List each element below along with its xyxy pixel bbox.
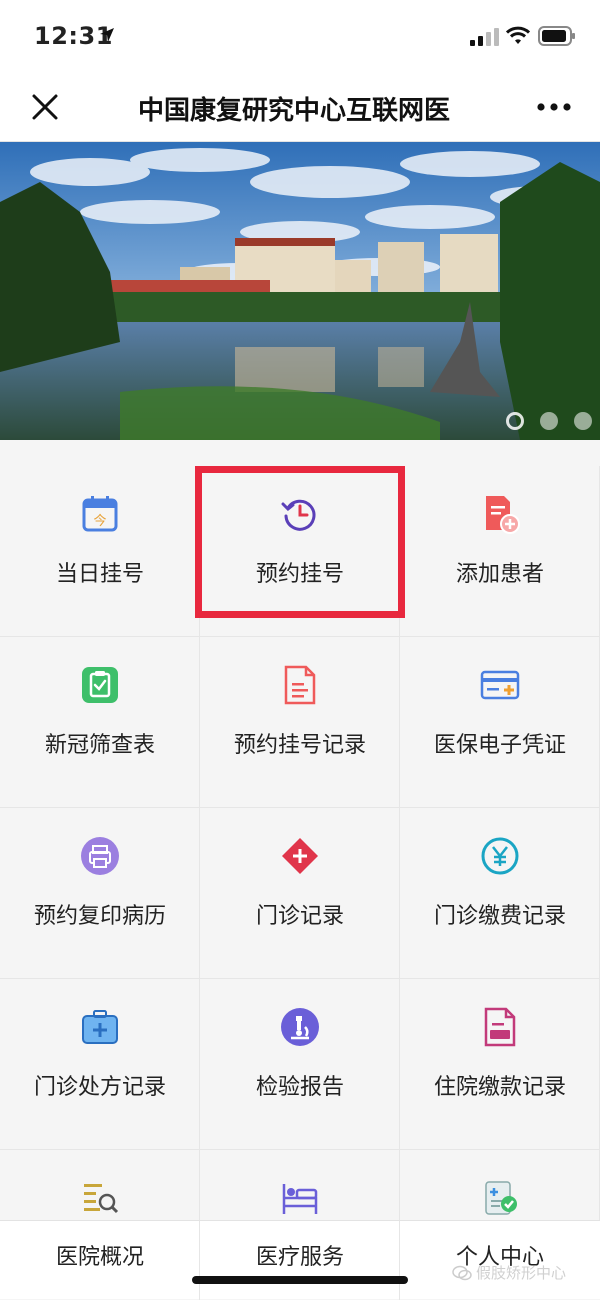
medical-case-icon [82,1010,118,1044]
carousel-dots [506,412,592,430]
more-options-icon[interactable] [536,97,572,117]
grid-item-label: 检验报告 [255,1075,344,1100]
tab-bar: 医院概况 医疗服务 个人中心 [0,1220,600,1300]
grid-item-label: 添加患者 [455,562,544,587]
wechat-icon [452,1265,472,1281]
outpatient-records-button[interactable]: 门诊记录 [200,808,400,979]
tab-medical-services[interactable]: 医疗服务 [200,1221,400,1300]
grid-item-label: 医保电子凭证 [433,733,566,758]
grid-item-label: 住院缴款记录 [433,1075,566,1100]
yuan-circle-icon [481,837,519,875]
microscope-icon [281,1008,319,1046]
tab-personal-center[interactable]: 个人中心 [400,1221,600,1300]
grid-item-label: 门诊处方记录 [33,1075,166,1100]
tab-label: 医疗服务 [255,1245,344,1270]
outpatient-payment-records-button[interactable]: 门诊缴费记录 [400,808,600,979]
add-patient-button[interactable]: 添加患者 [400,466,600,637]
clipboard-check-icon [82,667,118,703]
appointment-records-button[interactable]: 预约挂号记录 [200,637,400,808]
grid-item-label: 门诊记录 [255,904,344,929]
grid-item-label: 预约挂号 [255,562,344,587]
medical-cross-icon [282,838,318,874]
hospital-photo [0,142,600,440]
invoice-icon [484,1007,516,1047]
prescription-records-button[interactable]: 门诊处方记录 [0,979,200,1150]
lab-report-button[interactable]: 检验报告 [200,979,400,1150]
calendar-today-icon: 今 [82,496,118,532]
card-icon [480,670,520,700]
svg-text:今: 今 [93,513,106,529]
battery-icon [538,26,575,46]
appointment-registration-button[interactable]: 预约挂号 [200,466,400,637]
page-title: 中国康复研究中心互联网医 [138,96,451,124]
grid-item-partial[interactable] [0,1150,200,1226]
close-icon[interactable] [30,92,60,122]
report-check-icon [485,1181,517,1215]
grid-item-label: 预约复印病历 [33,904,166,929]
banner-carousel[interactable] [0,142,600,440]
watermark: 假肢矫形中心 [452,1262,566,1283]
clock-history-icon [281,499,316,531]
list-search-icon [84,1184,119,1214]
wifi-icon [506,26,530,44]
grid-item-label: 预约挂号记录 [233,733,366,758]
carousel-dot[interactable] [540,412,558,430]
same-day-registration-button[interactable]: 今 当日挂号 [0,466,200,637]
tab-label: 医院概况 [55,1245,144,1270]
add-document-icon [486,496,520,534]
status-bar: 12:31 [0,0,600,72]
watermark-text: 假肢矫形中心 [476,1264,567,1282]
medical-insurance-voucher-button[interactable]: 医保电子凭证 [400,637,600,808]
carousel-dot[interactable] [574,412,592,430]
navigation-bar: 中国康复研究中心互联网医 [0,72,600,142]
medical-record-copy-button[interactable]: 预约复印病历 [0,808,200,979]
home-indicator[interactable] [192,1276,408,1284]
grid-item-label: 门诊缴费记录 [433,904,566,929]
document-list-icon [284,665,316,705]
covid-screening-form-button[interactable]: 新冠筛查表 [0,637,200,808]
grid-item-partial[interactable] [200,1150,400,1226]
cellular-signal-icon [470,28,499,46]
printer-icon [81,837,119,875]
hospital-bed-icon [282,1184,318,1214]
grid-item-partial[interactable] [400,1150,600,1226]
tab-hospital-overview[interactable]: 医院概况 [0,1221,200,1300]
carousel-dot[interactable] [506,412,524,430]
grid-item-label: 当日挂号 [55,562,144,587]
grid-item-label: 新冠筛查表 [44,733,155,758]
inpatient-payment-records-button[interactable]: 住院缴款记录 [400,979,600,1150]
location-arrow-icon [100,28,114,42]
service-grid: 今 当日挂号 预约挂号 添加患者 新冠筛查表 预约挂号记录 医保电子凭证 预约复… [0,466,600,1226]
